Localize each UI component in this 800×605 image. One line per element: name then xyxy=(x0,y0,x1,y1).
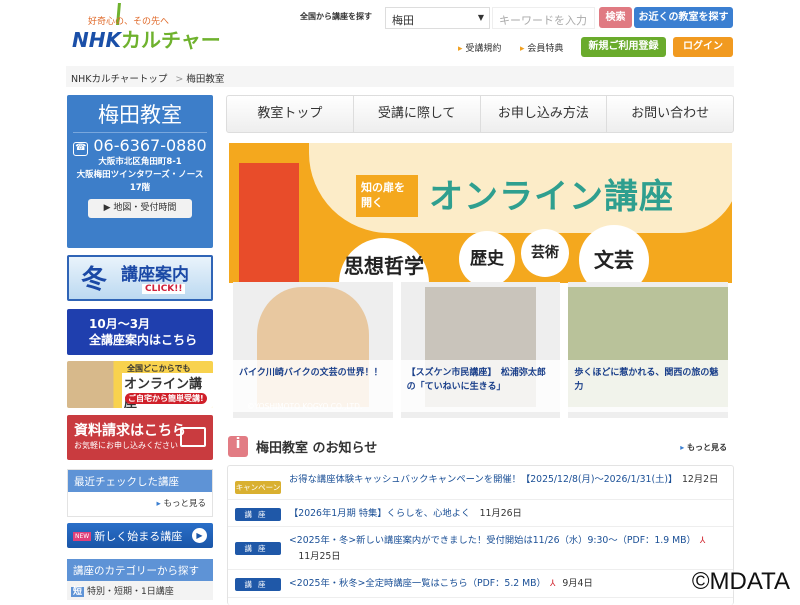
logo[interactable]: NHKカルチャー xyxy=(72,24,221,53)
course-badge: 講座 xyxy=(235,508,281,521)
recent-more-link[interactable]: もっと見る xyxy=(68,492,212,514)
search-label: 全国から講座を探す xyxy=(300,12,372,21)
search-button[interactable]: 検索 xyxy=(599,7,632,28)
breadcrumb-separator: > xyxy=(175,74,184,85)
topic-history: 歴史 xyxy=(459,231,515,283)
recent-title: 最近チェックした講座 xyxy=(68,470,212,492)
classroom-name: 梅田教室 xyxy=(73,95,207,133)
play-icon: ▶ xyxy=(192,528,207,543)
login-button[interactable]: ログイン xyxy=(673,37,733,57)
featured-courses: バイク川崎バイクの文芸の世界！！ ©YOSHIMOTO KOGYO CO.,LTD… xyxy=(233,282,729,418)
notice-link[interactable]: 【2026年1月期 特集】くらしを、心地よく xyxy=(289,508,470,519)
notice-item: 講座 【2026年1月期 特集】くらしを、心地よく 11月26日 xyxy=(228,500,733,527)
online-course-banner[interactable]: 全国どこからでも オンライン講座 ご自宅から簡単受講! xyxy=(67,361,213,408)
category-title: 講座のカテゴリーから探す xyxy=(67,559,213,581)
chevron-down-icon: ▼ xyxy=(477,13,484,22)
tab-application[interactable]: お申し込み方法 xyxy=(481,96,608,132)
notice-date: 11月25日 xyxy=(298,551,341,562)
season-course-banner[interactable]: 10月～3月 全講座案内はこちら xyxy=(67,309,213,355)
address-line: 大阪梅田ツインタワーズ・ノース xyxy=(76,170,204,180)
season-line: 全講座案内はこちら xyxy=(89,333,198,347)
document-request-banner[interactable]: 資料請求はこちら お気軽にお申し込みください xyxy=(67,415,213,460)
course-card[interactable]: 歩くほどに惹かれる、関西の旅の魅力 xyxy=(568,282,729,418)
notices-header: i 梅田教室 のお知らせ もっと見る xyxy=(228,436,733,458)
campaign-badge: キャンペーン xyxy=(235,481,281,494)
winter-click: CLICK!! xyxy=(142,284,186,294)
terms-link[interactable]: 受講規約 xyxy=(458,41,501,54)
new-courses-label: 新しく始まる講座 xyxy=(94,530,183,543)
phone-number: 06-6367-0880 xyxy=(93,136,207,155)
winter-big: 冬 xyxy=(81,265,108,295)
notice-link[interactable]: <2025年・秋冬>全定時講座一覧はこちら（PDF：5.2 MB） xyxy=(289,578,546,589)
classroom-tabs: 教室トップ 受講に際して お申し込み方法 お問い合わせ xyxy=(226,95,734,133)
short-term-icon: 短 xyxy=(71,587,85,597)
category-search: 講座のカテゴリーから探す 短特別・短期・1日講座 xyxy=(67,559,213,600)
book-illustration xyxy=(239,163,299,283)
recent-courses: 最近チェックした講座 もっと見る xyxy=(67,469,213,517)
online-sub: ご自宅から簡単受講! xyxy=(125,393,207,404)
course-caption: 【スズケン市民講座】 松浦弥太郎の「ていねいに生きる」 xyxy=(400,360,561,412)
address-line: 大阪市北区角田町8-1 xyxy=(98,157,182,167)
course-card[interactable]: 【スズケン市民講座】 松浦弥太郎の「ていねいに生きる」 xyxy=(400,282,561,418)
course-badge: 講座 xyxy=(235,578,281,591)
breadcrumb-current: 梅田教室 xyxy=(186,74,225,85)
pdf-icon: ⅄ xyxy=(699,536,706,546)
nearby-classroom-button[interactable]: お近くの教室を探す xyxy=(634,7,733,28)
new-courses-button[interactable]: NEW 新しく始まる講座 ▶ xyxy=(67,523,213,548)
notice-link[interactable]: お得な講座体験キャッシュバックキャンペーンを開催！【2025/12/8(月)～2… xyxy=(289,474,673,485)
member-benefits-link[interactable]: 会員特典 xyxy=(520,41,563,54)
keyword-input[interactable]: キーワードを入力 xyxy=(492,7,595,29)
notice-date: 12月2日 xyxy=(681,474,719,485)
category-item[interactable]: 短特別・短期・1日講座 xyxy=(67,581,213,600)
photo-credit: ©YOSHIMOTO KOGYO CO.,LTD. xyxy=(247,402,363,411)
breadcrumb: NHKカルチャートップ > 梅田教室 xyxy=(66,66,734,87)
map-hours-label: 地図・受付時間 xyxy=(113,203,177,213)
season-line: 10月～3月 xyxy=(89,317,151,331)
classroom-select-value: 梅田 xyxy=(392,14,414,27)
notices-title: 梅田教室 のお知らせ xyxy=(256,441,378,456)
winter-text: 講座案内 xyxy=(121,265,189,285)
tab-contact[interactable]: お問い合わせ xyxy=(607,96,733,132)
course-card[interactable]: バイク川崎バイクの文芸の世界！！ ©YOSHIMOTO KOGYO CO.,LTD… xyxy=(233,282,393,418)
notice-date: 9月4日 xyxy=(562,578,593,589)
notices-list: キャンペーン お得な講座体験キャッシュバックキャンペーンを開催！【2025/12/… xyxy=(227,465,734,605)
info-icon: i xyxy=(228,436,248,457)
notice-date: 11月26日 xyxy=(479,508,522,519)
category-item-label: 特別・短期・1日講座 xyxy=(87,587,174,597)
tab-classroom-top[interactable]: 教室トップ xyxy=(227,96,354,132)
logo-nhk: NHK xyxy=(72,28,121,52)
course-badge: 講座 xyxy=(235,542,281,555)
banner-title: オンライン講座 xyxy=(429,177,674,217)
address-line: 17階 xyxy=(129,183,151,193)
notice-item: 講座 <2025年・冬>新しい講座案内ができました！受付開始は11/26（水）9:… xyxy=(228,527,733,570)
pdf-icon: ⅄ xyxy=(549,579,556,589)
breadcrumb-home[interactable]: NHKカルチャートップ xyxy=(71,74,167,85)
register-button[interactable]: 新規ご利用登録 xyxy=(581,37,666,57)
new-badge: NEW xyxy=(73,532,92,541)
logo-culture: カルチャー xyxy=(120,28,221,52)
notice-link[interactable]: <2025年・冬>新しい講座案内ができました！受付開始は11/26（水）9:30… xyxy=(289,535,696,546)
map-hours-button[interactable]: ▶ 地図・受付時間 xyxy=(88,199,192,218)
topic-art: 芸術 xyxy=(521,229,569,277)
notices-more-link[interactable]: もっと見る xyxy=(680,442,727,453)
classroom-select[interactable]: 梅田 ▼ xyxy=(385,7,490,29)
online-course-hero-banner[interactable]: 知の扉を開く オンライン講座 思想哲学 歴史 芸術 文芸 xyxy=(229,143,732,283)
notice-item: 講座 <2025年・秋冬>全定時講座一覧はこちら（PDF：5.2 MB） ⅄ 9月4… xyxy=(228,570,733,598)
tab-attendance[interactable]: 受講に際して xyxy=(354,96,481,132)
classroom-info: 梅田教室 ☎ 06-6367-0880 大阪市北区角田町8-1 大阪梅田ツインタ… xyxy=(67,95,213,248)
topic-philosophy: 思想哲学 xyxy=(339,238,429,283)
banner-door-text: 知の扉を開く xyxy=(356,175,418,217)
notice-item: キャンペーン お得な講座体験キャッシュバックキャンペーンを開催！【2025/12/… xyxy=(228,466,733,500)
course-caption: 歩くほどに惹かれる、関西の旅の魅力 xyxy=(568,360,729,412)
phone-icon: ☎ xyxy=(73,142,89,156)
phone: ☎ 06-6367-0880 xyxy=(67,136,213,156)
winter-course-banner[interactable]: 冬 講座案内 CLICK!! xyxy=(67,255,213,301)
watermark: ©MDATA xyxy=(691,568,790,595)
topic-literature: 文芸 xyxy=(579,225,649,283)
book-icon xyxy=(180,427,206,447)
